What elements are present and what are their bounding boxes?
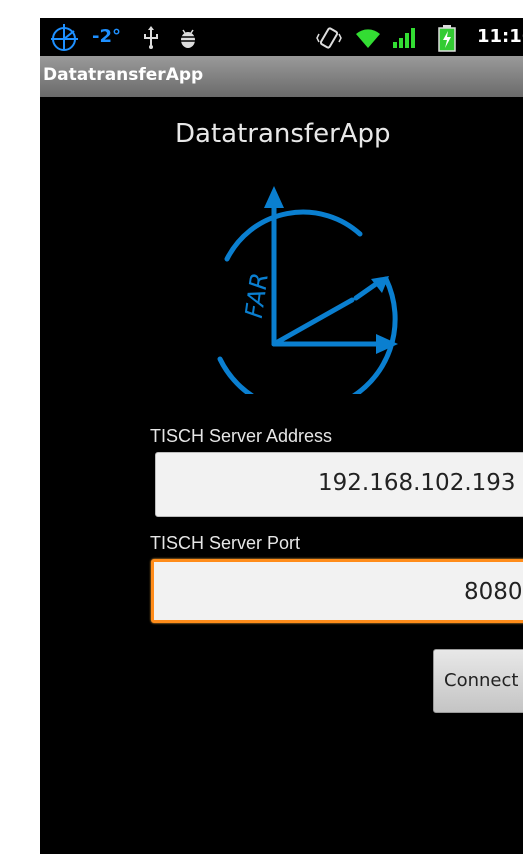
status-bar: -2° 11:1: [40, 18, 523, 56]
android-debug-icon: [180, 29, 196, 48]
phone-screen: -2° 11:1 DatatransferApp DatatransferApp…: [40, 18, 523, 854]
vibrate-icon: [316, 27, 342, 49]
page-title: DatatransferApp: [175, 119, 391, 149]
clock: 11:16: [477, 26, 523, 47]
connect-button-label: Connect: [444, 670, 519, 691]
temperature-readout: -2°: [92, 26, 121, 47]
app-title: DatatransferApp: [43, 65, 204, 85]
server-port-field[interactable]: 8080: [151, 559, 523, 623]
signal-icon: [393, 28, 415, 48]
title-bar: DatatransferApp: [40, 56, 523, 97]
far-logo-text: FAR: [240, 271, 274, 320]
server-address-label: TISCH Server Address: [150, 426, 333, 446]
connect-button[interactable]: Connect: [433, 649, 523, 713]
server-address-value: 192.168.102.193: [318, 470, 516, 496]
server-port-value: 8080: [464, 579, 523, 605]
wifi-icon: [356, 29, 380, 48]
usb-icon: [144, 26, 158, 49]
server-address-field[interactable]: 192.168.102.193: [155, 452, 523, 517]
server-port-label: TISCH Server Port: [150, 533, 301, 553]
battery-charging-icon: [438, 25, 456, 52]
far-logo: FAR: [217, 186, 398, 394]
weather-radar-icon: [51, 24, 78, 51]
